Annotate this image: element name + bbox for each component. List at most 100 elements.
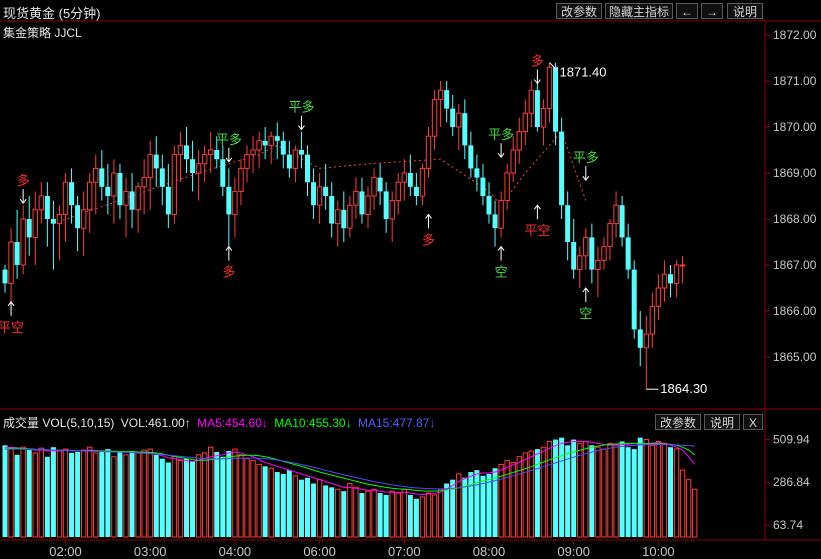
time-tick-label: 09:00: [557, 544, 590, 559]
candle-body: [589, 237, 595, 270]
candle: [129, 173, 135, 229]
candle: [298, 131, 304, 169]
signal-label: 平空: [524, 223, 550, 238]
signal-label: 平空: [0, 320, 24, 335]
candle-body: [595, 259, 601, 271]
signal-label: 多: [531, 54, 544, 69]
volume-bar: [668, 447, 673, 537]
candle: [87, 173, 93, 233]
volume-change-params-button[interactable]: 改参数: [655, 414, 701, 430]
next-arrow-button[interactable]: →: [701, 3, 723, 19]
candle: [498, 191, 504, 238]
candle: [425, 127, 432, 178]
change-params-button[interactable]: 改参数: [556, 3, 602, 19]
candle-body: [311, 182, 317, 206]
candle-body: [637, 329, 643, 348]
candle: [359, 177, 365, 224]
volume-bar: [305, 477, 310, 537]
candle-body: [274, 136, 280, 141]
volume-bar: [589, 445, 595, 537]
volume-bar: [383, 494, 389, 537]
hide-main-indicator-button[interactable]: 隐藏主指标: [605, 3, 673, 19]
candle-body: [413, 186, 419, 196]
signal-marker: 平空: [524, 204, 550, 238]
help-button[interactable]: 说明: [727, 3, 763, 19]
volume-help-button[interactable]: 说明: [704, 414, 740, 430]
candle-body: [141, 177, 147, 188]
candle-body: [323, 186, 329, 196]
volume-bar: [93, 452, 99, 538]
volume-bar: [38, 447, 44, 538]
candle: [462, 99, 468, 160]
candle-body: [32, 209, 38, 238]
volume-bar: [413, 498, 419, 537]
candle-body: [298, 150, 304, 155]
candle: [184, 127, 189, 173]
candle-body: [292, 149, 299, 169]
candle: [262, 127, 268, 160]
price-tick-label: 1869.00: [773, 166, 817, 180]
candle: [595, 246, 601, 298]
volume-tick-label: 63.74: [773, 518, 803, 532]
signal-marker: 多: [222, 245, 235, 280]
candle: [195, 150, 202, 201]
volume-bar: [601, 448, 607, 538]
candle-body: [214, 150, 220, 160]
candle-body: [238, 167, 244, 192]
candle: [117, 163, 123, 219]
candle-body: [75, 205, 81, 229]
candle: [456, 104, 462, 150]
volume-bar: [311, 483, 317, 537]
candle-body: [20, 218, 26, 266]
signal-label: 多: [222, 265, 235, 280]
candle-body: [450, 108, 456, 127]
candle: [311, 168, 317, 219]
candle-body: [540, 108, 547, 128]
candle-body: [486, 196, 492, 215]
signal-label: 空: [495, 265, 508, 280]
candle-body: [117, 173, 123, 206]
volume-bar: [232, 448, 238, 538]
candle-body: [571, 242, 577, 270]
candle: [613, 191, 619, 238]
chart-title: 现货黄金 (5分钟): [3, 6, 101, 21]
candle-body: [286, 154, 292, 169]
volume-bar: [607, 442, 613, 538]
candle: [444, 81, 450, 123]
candle: [431, 90, 438, 150]
candle-body: [480, 177, 486, 196]
candle: [625, 223, 631, 279]
candle: [329, 182, 335, 238]
candle-body: [365, 195, 371, 215]
volume-close-button[interactable]: X: [743, 414, 763, 430]
chart-canvas: 1872.00 1871.00 1870.00 1869.00 1868.00 1867.…: [0, 20, 821, 559]
candle: [474, 154, 480, 192]
volume-bar: [32, 452, 38, 538]
volume-bar: [244, 458, 250, 538]
candle-body: [553, 67, 559, 132]
volume-bar: [141, 449, 147, 538]
candle: [534, 76, 540, 132]
candle: [135, 182, 141, 233]
candle: [341, 191, 347, 242]
volume-bar: [117, 451, 123, 537]
prev-arrow-button[interactable]: ←: [676, 3, 698, 19]
volume-bar: [571, 439, 577, 537]
volume-bar: [201, 452, 208, 538]
signal-marker: 多: [531, 54, 544, 85]
candle: [274, 122, 280, 160]
candle-body: [244, 154, 250, 169]
candle: [395, 173, 401, 215]
signal-label: 空: [579, 306, 592, 321]
volume-bar: [679, 469, 686, 538]
candle: [649, 292, 656, 348]
candle-body: [129, 191, 135, 210]
candle: [250, 136, 256, 173]
candle-body: [643, 333, 649, 349]
candle: [401, 159, 408, 201]
volume-bar: [444, 483, 450, 537]
candle: [147, 140, 153, 210]
candle: [99, 150, 105, 201]
candle: [437, 81, 444, 127]
volume-bar: [546, 440, 553, 538]
